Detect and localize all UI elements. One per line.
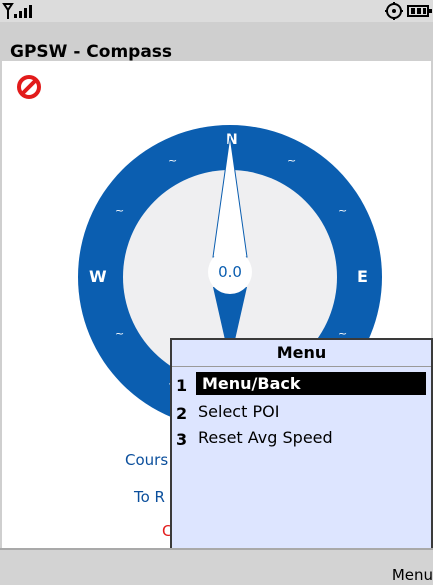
- softkey-right-menu[interactable]: Menu: [392, 566, 433, 584]
- menu-item-back[interactable]: 1 Menu/Back: [176, 372, 431, 398]
- no-entry-icon[interactable]: [16, 74, 42, 100]
- menu-item-number: 3: [176, 430, 188, 449]
- to-route-label: To R: [134, 488, 165, 506]
- speed-value: 0.0: [218, 263, 242, 281]
- popup-menu: Menu 1 Menu/Back 2 Select POI 3 Reset Av…: [170, 338, 433, 552]
- menu-item-reset-avg-speed[interactable]: 3 Reset Avg Speed: [176, 426, 431, 452]
- menu-item-number: 2: [176, 404, 188, 423]
- battery-icon: [407, 5, 432, 17]
- compass-north-label: N: [226, 132, 238, 148]
- svg-text:~: ~: [168, 154, 177, 167]
- menu-item-label: Reset Avg Speed: [198, 428, 333, 447]
- menu-item-label: Select POI: [198, 402, 280, 421]
- course-label: Cours: [125, 451, 169, 469]
- menu-item-number: 1: [176, 376, 188, 395]
- menu-title: Menu: [172, 340, 431, 367]
- svg-text:~: ~: [287, 154, 296, 167]
- svg-text:~: ~: [115, 204, 124, 217]
- svg-text:~: ~: [115, 327, 124, 340]
- compass-west-label: W: [89, 267, 107, 286]
- svg-text:~: ~: [338, 204, 347, 217]
- menu-item-select-poi[interactable]: 2 Select POI: [176, 400, 431, 426]
- softkey-bar: Menu: [0, 548, 433, 585]
- compass-east-label: E: [357, 267, 368, 286]
- menu-item-label: Menu/Back: [196, 372, 426, 395]
- title-bar: GPSW - Compass: [0, 22, 433, 63]
- app-title: GPSW - Compass: [10, 42, 173, 62]
- signal-icon: [2, 3, 32, 19]
- phone-screen: GPSW - Compass ~ ~ ~ ~ ~ ~ ~ ~ N W E 0.0…: [0, 0, 433, 585]
- status-bar: [0, 0, 433, 23]
- bluetooth-icon: [385, 2, 403, 20]
